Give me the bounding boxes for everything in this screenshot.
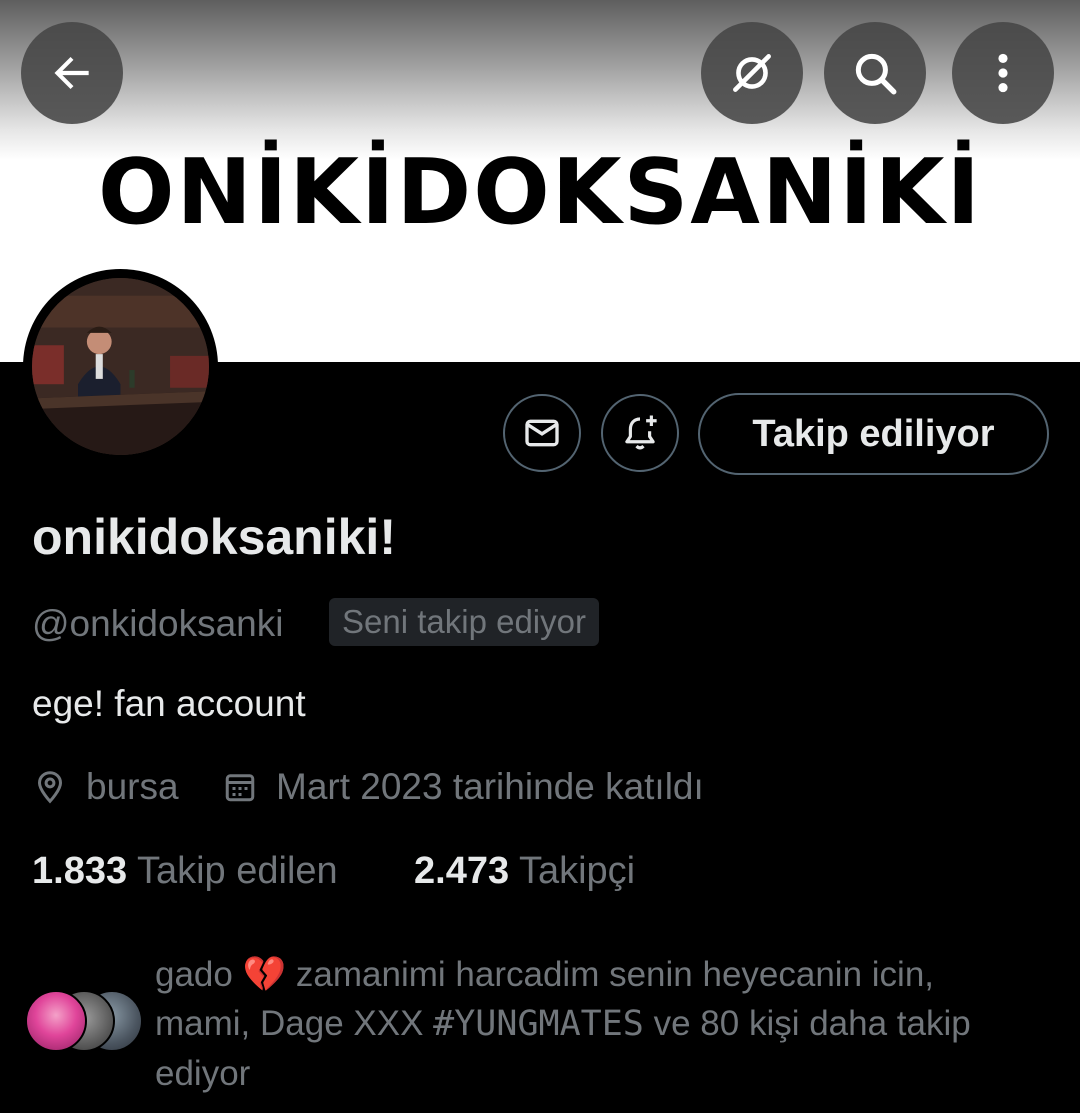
followed-by-text: mami, Dage XXX	[155, 1004, 434, 1043]
followed-by-text: ediyor	[155, 1054, 251, 1093]
location-pin-icon	[37, 771, 63, 804]
display-name: onikidoksaniki!	[32, 509, 396, 565]
follows-you-badge: Seni takip ediyor	[329, 598, 599, 646]
arrow-left-icon	[54, 56, 89, 90]
hashtag-text: #YUNGMATES	[433, 1004, 644, 1044]
grok-icon	[733, 54, 771, 92]
following-label: Takip edilen	[136, 850, 338, 892]
calendar-icon	[225, 774, 255, 802]
following-stat[interactable]: 1.833 Takip edilen	[32, 850, 338, 893]
followers-stat[interactable]: 2.473 Takipçi	[414, 850, 635, 893]
avatar-image	[32, 278, 209, 455]
following-button[interactable]: Takip ediliyor	[698, 393, 1049, 475]
location-text: bursa	[86, 766, 179, 807]
followed-by-text: zamanimi harcadim senin heyecanin icin,	[286, 955, 935, 994]
notify-button[interactable]	[601, 394, 679, 472]
followers-you-know-avatars[interactable]	[25, 990, 145, 1052]
avatar	[25, 990, 87, 1052]
search-icon	[855, 53, 897, 95]
follower-name: gado	[155, 955, 233, 994]
following-count: 1.833	[32, 850, 128, 892]
banner-text: ONİKİDOKSANİKİ	[97, 140, 982, 245]
followers-label: Takipçi	[518, 850, 636, 892]
location-row: bursa	[32, 766, 179, 808]
more-vertical-icon	[998, 53, 1008, 93]
more-button[interactable]	[952, 22, 1054, 124]
mail-icon	[525, 419, 559, 447]
grok-button[interactable]	[701, 22, 803, 124]
followers-count: 2.473	[414, 850, 510, 892]
search-button[interactable]	[824, 22, 926, 124]
joined-text: Mart 2023 tarihinde katıldı	[276, 766, 704, 807]
followers-you-know[interactable]: gado 💔 zamanimi harcadim senin heyecanin…	[155, 950, 1035, 1098]
joined-row: Mart 2023 tarihinde katıldı	[222, 766, 704, 808]
profile-avatar[interactable]	[23, 269, 218, 464]
back-button[interactable]	[21, 22, 123, 124]
followed-by-text: ve 80 kişi daha takip	[643, 1004, 971, 1043]
profile-bio: ege! fan account	[32, 683, 306, 724]
message-button[interactable]	[503, 394, 581, 472]
bell-plus-icon	[625, 415, 657, 450]
broken-heart-emoji: 💔	[242, 955, 287, 994]
user-handle: @onkidoksanki	[32, 603, 284, 644]
